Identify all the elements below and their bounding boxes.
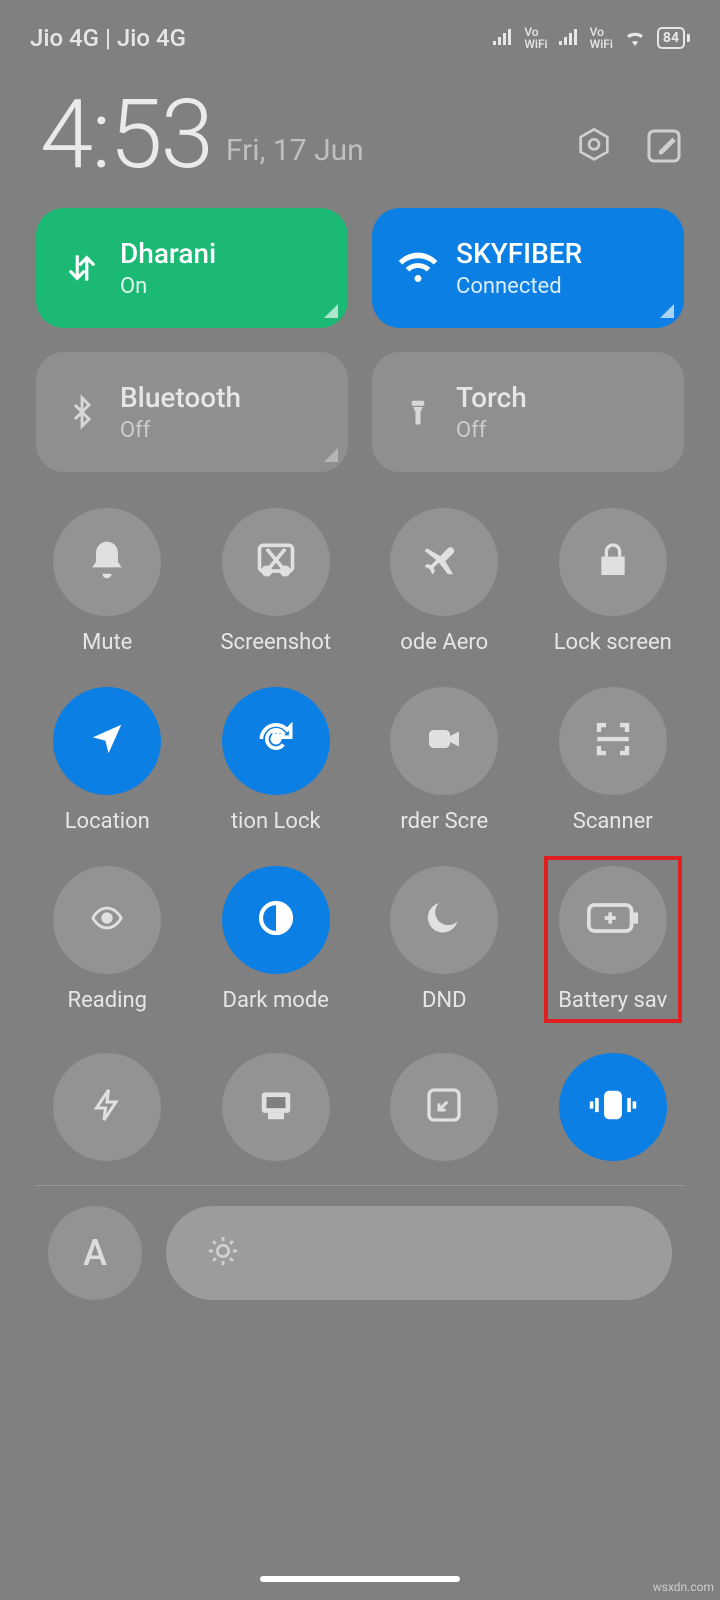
toggle-cast[interactable]: [222, 1053, 330, 1161]
rotation-lock-icon: [254, 717, 298, 765]
signal-icon-2: [558, 29, 580, 47]
bolt-icon: [89, 1083, 125, 1131]
expand-corner-icon[interactable]: [660, 304, 674, 318]
toggle-lockscreen[interactable]: Lock screen: [554, 508, 673, 655]
toggle-screen-recorder[interactable]: rder Scre: [385, 687, 504, 834]
date-label: Fri, 17 Jun: [226, 133, 364, 168]
settings-icon[interactable]: [574, 126, 614, 166]
battery-plus-icon: [587, 901, 639, 939]
wifi-tile-sub: Connected: [456, 274, 582, 299]
edit-icon[interactable]: [644, 126, 684, 166]
airplane-icon: [422, 538, 466, 586]
nav-icon: [88, 720, 126, 762]
bt-tile-sub: Off: [120, 418, 241, 443]
sun-icon: [206, 1234, 240, 1272]
status-indicators: VoWiFi VoWiFi 84: [492, 26, 690, 50]
small-toggles-grid: Mute Screenshot ode Aero Lock screen Loc…: [0, 496, 720, 1033]
auto-brightness-button[interactable]: A: [48, 1206, 142, 1300]
lock-icon: [593, 540, 633, 584]
toggle-dnd[interactable]: DND: [385, 866, 504, 1013]
wifi-tile-title: SKYFIBER: [456, 237, 582, 270]
toggle-scanner[interactable]: Scanner: [554, 687, 673, 834]
bell-icon: [85, 538, 129, 586]
wifi-tile-icon: [396, 246, 440, 290]
eye-icon: [84, 901, 130, 939]
signal-icon-1: [492, 29, 514, 47]
toggle-mute[interactable]: Mute: [48, 508, 167, 655]
mobile-data-tile[interactable]: Dharani On: [36, 208, 348, 328]
bt-tile-title: Bluetooth: [120, 381, 241, 414]
status-bar: Jio 4G | Jio 4G VoWiFi VoWiFi 84: [0, 0, 720, 62]
bluetooth-tile[interactable]: Bluetooth Off: [36, 352, 348, 472]
torch-tile[interactable]: Torch Off: [372, 352, 684, 472]
vibrate-icon: [588, 1085, 638, 1129]
scan-icon: [592, 718, 634, 764]
toggle-darkmode[interactable]: Dark mode: [217, 866, 336, 1013]
toggle-battery-saver[interactable]: Battery sav: [544, 856, 683, 1023]
divider: [36, 1185, 684, 1186]
big-tiles: Dharani On SKYFIBER Connected Bluetooth …: [0, 208, 720, 496]
toggle-location[interactable]: Location: [48, 687, 167, 834]
scissors-icon: [254, 538, 298, 586]
watermark: wsxdn.com: [653, 1580, 714, 1594]
torch-icon: [396, 390, 440, 434]
toggle-floating-window[interactable]: [390, 1053, 498, 1161]
torch-tile-title: Torch: [456, 381, 527, 414]
data-tile-sub: On: [120, 274, 216, 299]
vowifi-icon-2: VoWiFi: [590, 26, 613, 50]
data-tile-title: Dharani: [120, 237, 216, 270]
toggle-airplane[interactable]: ode Aero: [385, 508, 504, 655]
brightness-slider[interactable]: [166, 1206, 672, 1300]
navigation-handle[interactable]: [260, 1576, 460, 1582]
video-icon: [422, 721, 466, 761]
clock-area[interactable]: 4:53 Fri, 17 Jun: [40, 92, 364, 178]
expand-corner-icon[interactable]: [324, 448, 338, 462]
toggle-reading[interactable]: Reading: [48, 866, 167, 1013]
panel-header: 4:53 Fri, 17 Jun: [0, 62, 720, 208]
torch-tile-sub: Off: [456, 418, 527, 443]
moon-icon: [424, 898, 464, 942]
contrast-icon: [256, 898, 296, 942]
window-icon: [424, 1085, 464, 1129]
toggle-rotation-lock[interactable]: tion Lock: [217, 687, 336, 834]
wifi-tile[interactable]: SKYFIBER Connected: [372, 208, 684, 328]
cast-icon: [254, 1086, 298, 1128]
toggle-screenshot[interactable]: Screenshot: [217, 508, 336, 655]
carrier-label: Jio 4G | Jio 4G: [30, 24, 186, 52]
wifi-icon: [623, 28, 647, 48]
vowifi-icon-1: VoWiFi: [524, 26, 547, 50]
bottom-toggle-row: [0, 1033, 720, 1171]
data-arrows-icon: [60, 246, 104, 290]
bluetooth-icon: [60, 390, 104, 434]
time-label: 4:53: [40, 92, 212, 178]
toggle-bolt[interactable]: [53, 1053, 161, 1161]
brightness-row: A: [0, 1200, 720, 1300]
auto-brightness-label: A: [83, 1232, 107, 1274]
toggle-vibrate[interactable]: [559, 1053, 667, 1161]
battery-icon: 84: [657, 27, 690, 49]
expand-corner-icon[interactable]: [324, 304, 338, 318]
